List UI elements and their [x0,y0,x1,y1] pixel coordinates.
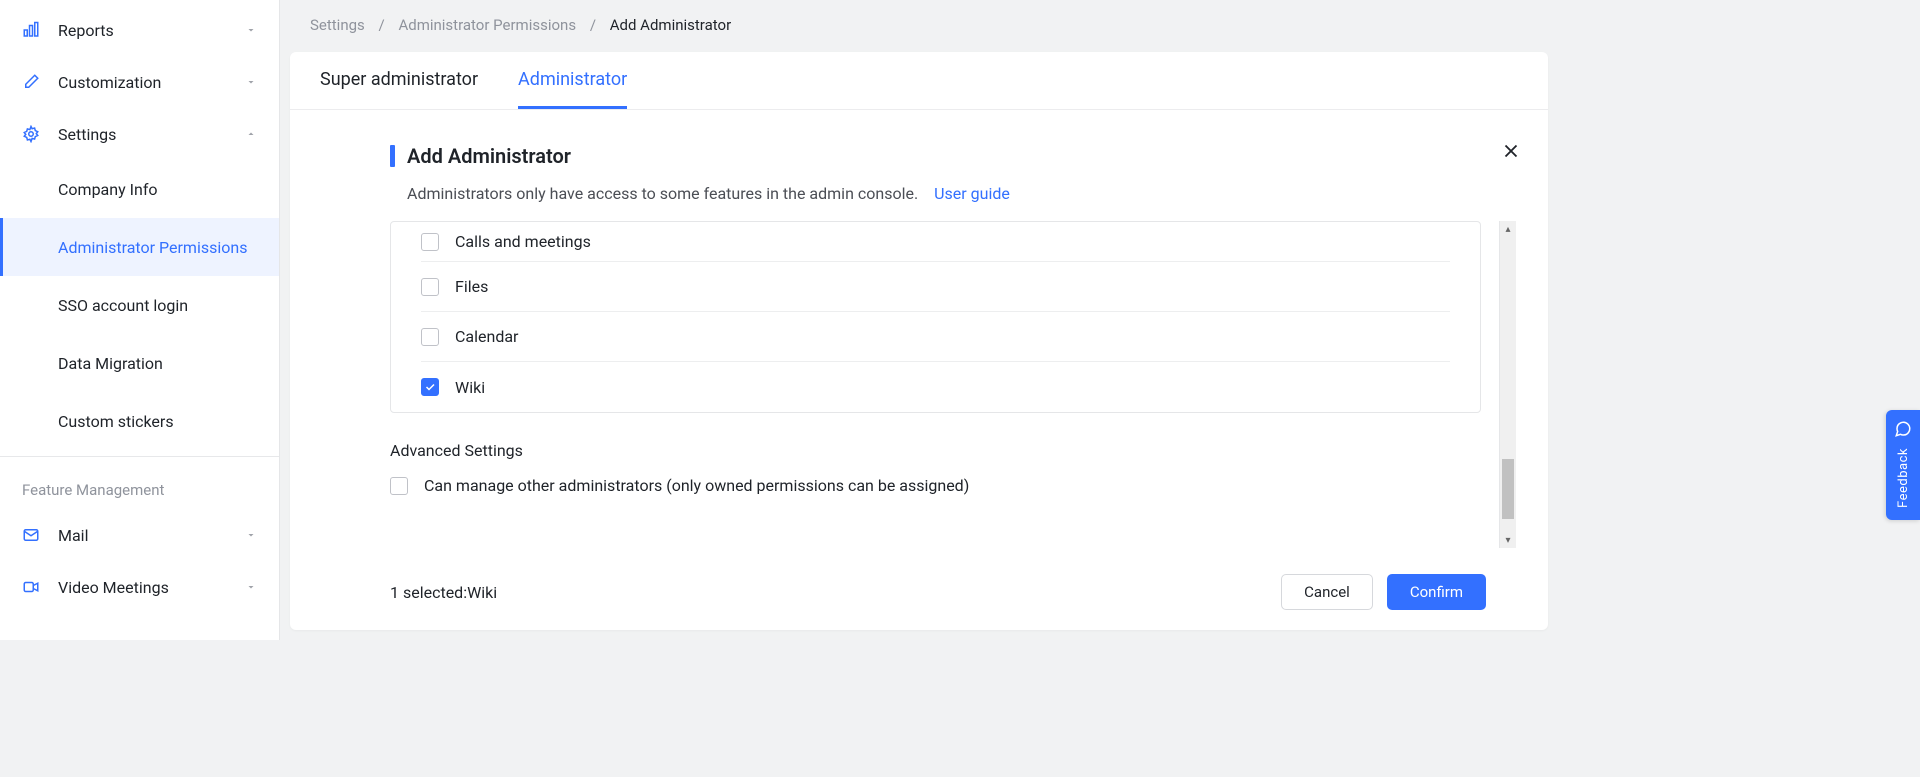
sidebar-divider [0,456,279,457]
tabs: Super administrator Administrator [290,52,1548,110]
sidebar-sub-company-info[interactable]: Company Info [0,160,279,218]
sidebar-sub-sso[interactable]: SSO account login [0,276,279,334]
sidebar-item-label: Video Meetings [58,578,169,597]
permission-row-files[interactable]: Files [421,262,1450,312]
content: Add Administrator Administrators only ha… [290,110,1548,630]
sidebar-item-label: Reports [58,21,114,40]
main-area: Settings / Administrator Permissions / A… [280,0,1558,640]
breadcrumb-sep: / [580,16,606,34]
cancel-button[interactable]: Cancel [1281,574,1373,610]
section-header: Add Administrator [390,144,1516,168]
page-title: Add Administrator [407,144,571,168]
sidebar-item-label: Mail [58,526,88,545]
permission-label: Wiki [455,378,485,397]
sidebar-item-video-meetings[interactable]: Video Meetings [0,561,279,613]
scroll-area: Calls and meetings Files Calendar [390,221,1499,548]
close-button[interactable] [1500,140,1522,166]
breadcrumb-sep: / [369,16,395,34]
breadcrumb-admin-perms[interactable]: Administrator Permissions [398,16,576,34]
sidebar-section-feature-mgmt: Feature Management [0,463,279,509]
sidebar-sub-data-migration[interactable]: Data Migration [0,334,279,392]
scroll-wrap: Calls and meetings Files Calendar [390,221,1516,548]
permission-row-wiki[interactable]: Wiki [421,362,1450,412]
pencil-icon [22,73,40,91]
sidebar-sub-label: Data Migration [58,354,163,373]
sidebar: Reports Customization Settings Com [0,0,280,640]
checkbox-manage-others[interactable] [390,477,408,495]
page-subtitle: Administrators only have access to some … [407,184,918,203]
permission-row-calls[interactable]: Calls and meetings [421,222,1450,262]
page-subtitle-row: Administrators only have access to some … [407,184,1516,203]
feedback-label: Feedback [1896,448,1911,508]
app-root: Reports Customization Settings Com [0,0,1558,640]
footer: 1 selected:Wiki Cancel Confirm [390,574,1516,610]
checkbox-calls[interactable] [421,233,439,251]
sidebar-sub-custom-stickers[interactable]: Custom stickers [0,392,279,450]
section-header-bar [390,145,395,167]
scroll-arrow-down-icon[interactable]: ▾ [1500,532,1516,548]
vertical-scrollbar[interactable]: ▴ ▾ [1499,221,1516,548]
sidebar-item-label: Settings [58,125,116,144]
confirm-button[interactable]: Confirm [1387,574,1486,610]
sidebar-item-reports[interactable]: Reports [0,4,279,56]
video-icon [22,578,40,596]
main-panel: Super administrator Administrator Add Ad… [290,52,1548,630]
permission-label: Calendar [455,327,518,346]
sidebar-sub-label: Administrator Permissions [58,238,247,257]
checkbox-files[interactable] [421,278,439,296]
selection-count: 1 selected:Wiki [390,583,497,602]
checkbox-calendar[interactable] [421,328,439,346]
sidebar-sub-admin-permissions[interactable]: Administrator Permissions [0,218,279,276]
chevron-up-icon [245,125,257,144]
advanced-label: Can manage other administrators (only ow… [424,476,969,495]
sidebar-item-customization[interactable]: Customization [0,56,279,108]
advanced-row-manage-others[interactable]: Can manage other administrators (only ow… [390,476,1481,495]
breadcrumb: Settings / Administrator Permissions / A… [280,0,1558,50]
feedback-tab[interactable]: Feedback [1886,410,1920,520]
permission-label: Calls and meetings [455,232,591,251]
sidebar-item-label: Customization [58,73,161,92]
tab-administrator[interactable]: Administrator [518,69,627,109]
advanced-settings-title: Advanced Settings [390,441,1481,460]
reports-icon [22,21,40,39]
permission-row-calendar[interactable]: Calendar [421,312,1450,362]
permissions-box: Calls and meetings Files Calendar [390,221,1481,413]
sidebar-sub-label: SSO account login [58,296,188,315]
feedback-icon [1894,420,1912,442]
chevron-down-icon [245,526,257,545]
sidebar-item-settings[interactable]: Settings [0,108,279,160]
gear-icon [22,125,40,143]
mail-icon [22,526,40,544]
chevron-down-icon [245,578,257,597]
user-guide-link[interactable]: User guide [934,184,1010,203]
sidebar-sub-label: Custom stickers [58,412,174,431]
checkbox-wiki[interactable] [421,378,439,396]
scroll-arrow-up-icon[interactable]: ▴ [1500,221,1516,237]
scroll-thumb[interactable] [1502,459,1514,519]
tab-super-admin[interactable]: Super administrator [320,69,478,109]
permission-label: Files [455,277,488,296]
breadcrumb-settings[interactable]: Settings [310,16,365,34]
chevron-down-icon [245,21,257,40]
sidebar-item-mail[interactable]: Mail [0,509,279,561]
sidebar-sub-label: Company Info [58,180,158,199]
breadcrumb-current: Add Administrator [610,16,731,34]
chevron-down-icon [245,73,257,92]
